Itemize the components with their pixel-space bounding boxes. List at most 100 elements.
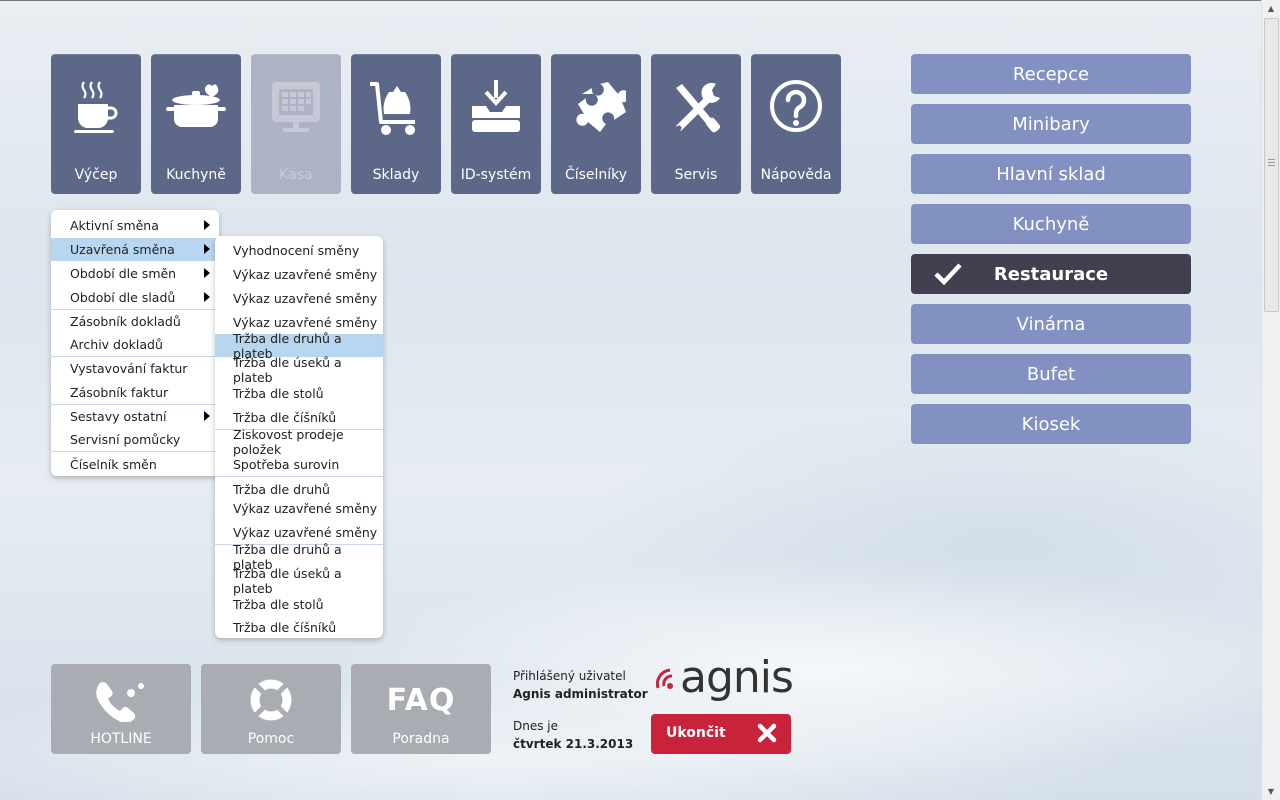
menu-item-label: Výkaz uzavřené směny bbox=[233, 291, 378, 306]
tile-id-system[interactable]: ID-systém bbox=[451, 54, 541, 194]
submenu-arrow-icon bbox=[204, 220, 210, 230]
logged-user-name: Agnis administrator bbox=[513, 687, 648, 701]
side-button-label: Hlavní sklad bbox=[996, 163, 1106, 185]
tile-servis[interactable]: Servis bbox=[651, 54, 741, 194]
download-tray-icon bbox=[451, 78, 541, 138]
question-icon bbox=[751, 78, 841, 138]
menu-item-label: Výkaz uzavřené směny bbox=[233, 525, 378, 540]
cooking-pot-icon bbox=[151, 78, 241, 138]
tile-label: Pomoc bbox=[247, 731, 295, 747]
trolley-icon bbox=[351, 78, 441, 138]
tile-vycep[interactable]: Výčep bbox=[51, 54, 141, 194]
side-button-restaurace[interactable]: Restaurace bbox=[911, 254, 1191, 294]
menu-item-label: Období dle směn bbox=[70, 266, 177, 281]
menu-item-zasobnik-dokladu[interactable]: Zásobník dokladů bbox=[51, 310, 219, 333]
submenu-item[interactable]: Spotřeba surovin bbox=[215, 453, 383, 476]
side-button-minibary[interactable]: Minibary bbox=[911, 104, 1191, 144]
coffee-cup-icon bbox=[51, 78, 141, 138]
menu-item-label: Číselník směn bbox=[70, 457, 157, 472]
exit-button-label: Ukončit bbox=[666, 725, 726, 741]
menu-item-zasobnik-faktur[interactable]: Zásobník faktur bbox=[51, 381, 219, 404]
agnis-logo: agnis bbox=[654, 652, 794, 704]
side-button-kuchyne[interactable]: Kuchyně bbox=[911, 204, 1191, 244]
cash-register-icon bbox=[251, 78, 341, 138]
tile-kuchyne[interactable]: Kuchyně bbox=[151, 54, 241, 194]
menu-item-vystavovani-faktur[interactable]: Vystavování faktur bbox=[51, 357, 219, 380]
tile-napoveda[interactable]: Nápověda bbox=[751, 54, 841, 194]
menu-item-label: Uzavřená směna bbox=[70, 242, 175, 257]
tile-label: Číselníky bbox=[564, 167, 628, 183]
tile-label: Poradna bbox=[392, 731, 450, 747]
submenu-item[interactable]: Tržba dle číšníků bbox=[215, 616, 383, 639]
menu-item-obdobi-dle-smen[interactable]: Období dle směn bbox=[51, 262, 219, 285]
pomoc-button[interactable]: Pomoc bbox=[201, 664, 341, 754]
menu-item-label: Servisní pomůcky bbox=[70, 432, 181, 447]
submenu-item[interactable]: Tržba dle stolů bbox=[215, 382, 383, 405]
tile-label: Výčep bbox=[74, 167, 118, 183]
submenu-arrow-icon bbox=[204, 244, 210, 254]
submenu-item[interactable]: Vyhodnocení směny bbox=[215, 239, 383, 262]
logo-text: agnis bbox=[680, 652, 794, 703]
logged-user-caption: Přihlášený uživatel bbox=[513, 669, 626, 683]
tools-icon bbox=[651, 78, 741, 138]
menu-item-archiv-dokladu[interactable]: Archiv dokladů bbox=[51, 333, 219, 356]
vertical-scrollbar[interactable]: ▲ ▼ bbox=[1261, 0, 1280, 800]
menu-item-aktivni-smena[interactable]: Aktivní směna bbox=[51, 214, 219, 237]
hotline-button[interactable]: HOTLINE bbox=[51, 664, 191, 754]
menu-item-label: Tržba dle číšníků bbox=[233, 410, 337, 425]
scroll-thumb[interactable] bbox=[1264, 18, 1279, 312]
menu-item-label: Archiv dokladů bbox=[70, 337, 163, 352]
side-button-label: Kuchyně bbox=[1012, 213, 1090, 235]
submenu-item[interactable]: Tržba dle stolů bbox=[215, 593, 383, 616]
side-button-label: Kiosek bbox=[1021, 413, 1081, 435]
tile-label: ID-systém bbox=[460, 167, 532, 183]
menu-item-label: Výkaz uzavřené směny bbox=[233, 501, 378, 516]
side-button-vinarna[interactable]: Vinárna bbox=[911, 304, 1191, 344]
submenu-arrow-icon bbox=[204, 411, 210, 421]
scroll-down-icon[interactable]: ▼ bbox=[1262, 783, 1280, 800]
menu-item-label: Aktivní směna bbox=[70, 218, 159, 233]
menu-item-label: Výkaz uzavřené směny bbox=[233, 267, 378, 282]
submenu-arrow-icon bbox=[204, 292, 210, 302]
tile-label: Sklady bbox=[372, 167, 420, 183]
context-menu-main: Aktivní směna Uzavřená směna Období dle … bbox=[51, 210, 219, 476]
side-button-label: Vinárna bbox=[1016, 313, 1086, 335]
menu-item-label: Vyhodnocení směny bbox=[233, 243, 360, 258]
side-button-kiosek[interactable]: Kiosek bbox=[911, 404, 1191, 444]
scroll-up-icon[interactable]: ▲ bbox=[1262, 0, 1280, 17]
menu-item-sestavy-ostatni[interactable]: Sestavy ostatní bbox=[51, 405, 219, 428]
menu-item-label: Tržba dle úseků a plateb bbox=[233, 565, 342, 596]
side-button-bufet[interactable]: Bufet bbox=[911, 354, 1191, 394]
submenu-item[interactable]: Ziskovost prodeje položek bbox=[215, 427, 383, 457]
date-caption: Dnes je bbox=[513, 719, 559, 733]
side-button-hlavni-sklad[interactable]: Hlavní sklad bbox=[911, 154, 1191, 194]
side-button-label: Recepce bbox=[1012, 63, 1090, 85]
submenu-item[interactable]: Výkaz uzavřené směny bbox=[215, 497, 383, 520]
menu-item-label: Výkaz uzavřené směny bbox=[233, 315, 378, 330]
tile-sklady[interactable]: Sklady bbox=[351, 54, 441, 194]
menu-separator bbox=[215, 476, 383, 477]
menu-item-servisni-pomucky[interactable]: Servisní pomůcky bbox=[51, 428, 219, 451]
menu-item-uzavrena-smena[interactable]: Uzavřená směna bbox=[51, 238, 219, 261]
submenu-item[interactable]: Výkaz uzavřené směny bbox=[215, 287, 383, 310]
menu-item-obdobi-dle-sladu[interactable]: Období dle sladů bbox=[51, 286, 219, 309]
tile-label: Kasa bbox=[279, 167, 313, 183]
tile-label: Servis bbox=[674, 167, 718, 183]
context-submenu-uzavrena-smena: Vyhodnocení směny Výkaz uzavřené směny V… bbox=[215, 236, 383, 638]
menu-item-label: Tržba dle stolů bbox=[233, 597, 324, 612]
side-button-recepce[interactable]: Recepce bbox=[911, 54, 1191, 94]
submenu-item[interactable]: Tržba dle úseků a plateb bbox=[215, 355, 383, 385]
submenu-arrow-icon bbox=[204, 268, 210, 278]
tile-ciselniky[interactable]: Číselníky bbox=[551, 54, 641, 194]
submenu-item[interactable]: Výkaz uzavřené směny bbox=[215, 263, 383, 286]
poradna-button[interactable]: FAQ Poradna bbox=[351, 664, 491, 754]
menu-item-label: Ziskovost prodeje položek bbox=[233, 426, 344, 457]
window-top-border bbox=[0, 0, 1262, 1]
exit-button[interactable]: Ukončit bbox=[651, 714, 791, 754]
grip-icon bbox=[1268, 159, 1275, 167]
menu-item-ciselnik-smen[interactable]: Číselník směn bbox=[51, 453, 219, 476]
tile-label: HOTLINE bbox=[90, 731, 152, 747]
phone-icon bbox=[51, 678, 191, 722]
lifebuoy-icon bbox=[201, 678, 341, 722]
submenu-item[interactable]: Tržba dle úseků a plateb bbox=[215, 566, 383, 596]
